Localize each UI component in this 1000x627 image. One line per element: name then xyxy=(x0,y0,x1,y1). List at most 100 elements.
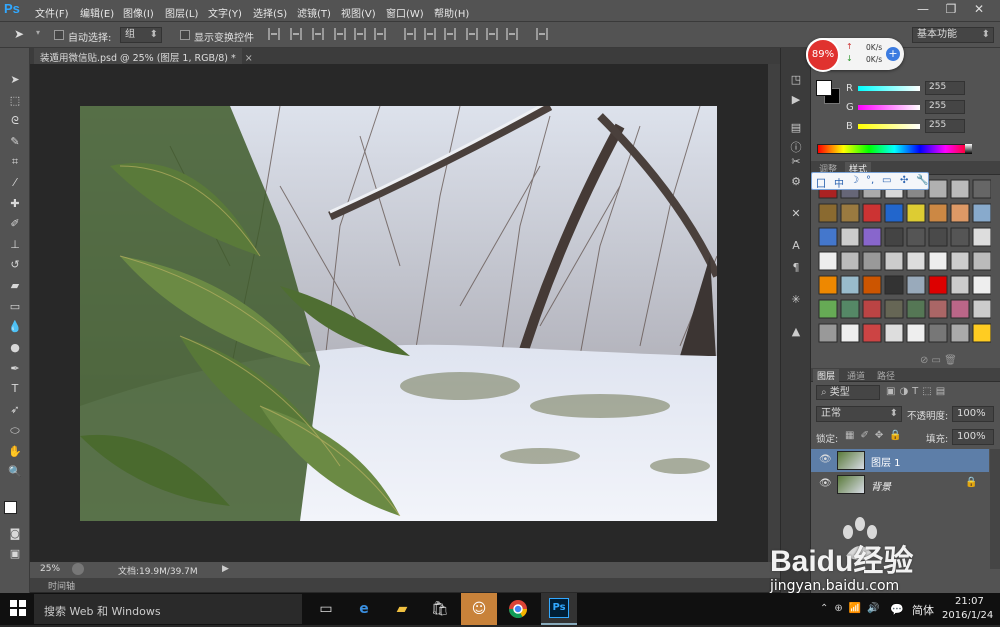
document-image[interactable] xyxy=(80,106,717,521)
lock-icons[interactable]: ▦✐✥🔒 xyxy=(845,430,908,441)
crop-tool-icon[interactable]: ⌗ xyxy=(6,154,24,170)
move-tool-icon[interactable]: ➤ xyxy=(14,27,24,41)
ime-punctuation-icon[interactable]: °, xyxy=(866,175,874,186)
zoom-level[interactable]: 25% xyxy=(40,564,60,574)
history-brush-tool-icon[interactable]: ↺ xyxy=(6,257,24,273)
clock-time[interactable]: 21:07 xyxy=(955,596,984,607)
properties-panel-icon[interactable]: ▤ xyxy=(788,120,804,136)
r-slider[interactable] xyxy=(858,86,920,91)
clone-source-icon[interactable]: ⚙ xyxy=(788,174,804,190)
vertical-scrollbar[interactable] xyxy=(768,64,780,562)
plus-icon[interactable]: + xyxy=(886,47,900,61)
timeline-label[interactable]: 时间轴 xyxy=(48,579,75,592)
tool-preset-chevron-icon[interactable]: ▾ xyxy=(36,28,40,37)
screen-mode-icon[interactable]: ▣ xyxy=(6,546,24,562)
windows-start-icon[interactable] xyxy=(10,600,28,618)
ime-keyboard-icon[interactable]: ▭ xyxy=(882,175,891,186)
eye-icon[interactable]: 👁 xyxy=(819,478,832,489)
quick-select-tool-icon[interactable]: ✎ xyxy=(6,134,24,150)
ime-indicator[interactable]: 简体 xyxy=(912,602,934,618)
pen-tool-icon[interactable]: ✒ xyxy=(6,361,24,377)
task-view-icon[interactable]: ▭ xyxy=(314,597,338,621)
file-explorer-icon[interactable]: ▰ xyxy=(390,597,414,621)
eyedropper-tool-icon[interactable]: ⁄ xyxy=(6,175,24,191)
move-tool-icon[interactable]: ➤ xyxy=(6,72,24,88)
align-bottom-icon[interactable] xyxy=(312,28,324,40)
network-monitor-widget[interactable]: 89% ↑ ↓ 0K/s 0K/s + xyxy=(806,38,904,72)
auto-select-dropdown[interactable]: 组 ⬍ xyxy=(120,27,162,43)
distribute-bottom-icon[interactable] xyxy=(444,28,456,40)
dodge-tool-icon[interactable]: ● xyxy=(6,340,24,356)
path-select-tool-icon[interactable]: ➶ xyxy=(6,402,24,418)
r-value-input[interactable]: 255 xyxy=(925,81,965,95)
layer-row-selected[interactable]: 👁 图层 1 xyxy=(811,449,989,472)
taskbar-search-box[interactable]: 搜索 Web 和 Windows xyxy=(34,594,302,624)
measurement-panel-icon[interactable]: ▲ xyxy=(788,324,804,340)
quick-mask-icon[interactable]: ◙ xyxy=(6,526,24,542)
menu-layer[interactable]: 图层(L) xyxy=(165,5,198,20)
layer-row[interactable]: 👁 背景 🔒 xyxy=(811,473,989,496)
ime-logo-icon[interactable]: 囗 xyxy=(816,175,826,190)
align-vcenter-icon[interactable] xyxy=(290,28,302,40)
app-avatar-icon[interactable]: ☺ xyxy=(467,597,491,621)
shape-tool-icon[interactable]: ⬭ xyxy=(6,423,24,439)
menu-filter[interactable]: 滤镜(T) xyxy=(297,5,331,20)
align-hcenter-icon[interactable] xyxy=(354,28,366,40)
tab-paths[interactable]: 路径 xyxy=(873,369,899,382)
distribute-right-icon[interactable] xyxy=(506,28,518,40)
clock-date[interactable]: 2016/1/24 xyxy=(942,610,993,621)
tray-icons[interactable]: ⌃⊕📶🔊 xyxy=(820,603,886,614)
notification-icon[interactable]: 💬 xyxy=(890,603,904,616)
g-slider[interactable] xyxy=(858,105,920,110)
distribute-left-icon[interactable] xyxy=(466,28,478,40)
tab-channels[interactable]: 通道 xyxy=(843,369,869,382)
color-foreground-swatch[interactable] xyxy=(816,80,832,96)
edge-icon[interactable]: e xyxy=(352,597,376,621)
gradient-tool-icon[interactable]: ▭ xyxy=(6,299,24,315)
opacity-input[interactable]: 100% xyxy=(952,406,994,422)
ime-tools-icon[interactable]: ✣ xyxy=(900,175,908,186)
brush-panel-icon[interactable]: ✂ xyxy=(788,154,804,170)
foreground-color-swatch[interactable] xyxy=(4,501,17,514)
layer-name[interactable]: 背景 xyxy=(871,478,891,493)
minimize-button[interactable]: — xyxy=(912,2,934,18)
ime-halfwidth-icon[interactable]: ☽ xyxy=(850,175,859,186)
color-spectrum-bar[interactable] xyxy=(817,144,972,154)
blur-tool-icon[interactable]: 💧 xyxy=(6,319,24,335)
distribute-top-icon[interactable] xyxy=(404,28,416,40)
menu-type[interactable]: 文字(Y) xyxy=(208,5,242,20)
ime-chinese-mode[interactable]: 中 xyxy=(834,175,844,190)
fill-input[interactable]: 100% xyxy=(952,429,994,445)
document-tab[interactable]: 装遁用微信贴.psd @ 25% (图层 1, RGB/8) * × xyxy=(34,48,253,64)
g-value-input[interactable]: 255 xyxy=(925,100,965,114)
tab-layers[interactable]: 图层 xyxy=(813,369,840,382)
status-menu-arrow-icon[interactable]: ▶ xyxy=(222,564,229,574)
eraser-tool-icon[interactable]: ▰ xyxy=(6,278,24,294)
align-left-icon[interactable] xyxy=(334,28,346,40)
auto-select-checkbox[interactable] xyxy=(54,30,64,40)
menu-file[interactable]: 文件(F) xyxy=(35,5,69,20)
ime-toolbar[interactable]: 囗 中 ☽ °, ▭ ✣ 🔧 xyxy=(811,172,929,190)
close-tab-icon[interactable]: × xyxy=(245,53,253,64)
paragraph-panel-icon[interactable]: ¶ xyxy=(788,260,804,276)
close-window-button[interactable]: ✕ xyxy=(968,2,990,18)
b-slider[interactable] xyxy=(858,124,920,129)
layer-name[interactable]: 图层 1 xyxy=(871,454,901,469)
grayscale-ramp[interactable] xyxy=(965,144,972,154)
layer-filter-dropdown[interactable]: ⌕ 类型 xyxy=(816,385,880,400)
ime-settings-icon[interactable]: 🔧 xyxy=(916,175,928,186)
actions-panel-icon[interactable]: ▶ xyxy=(788,92,804,108)
brush-tool-icon[interactable]: ✐ xyxy=(6,216,24,232)
menu-image[interactable]: 图像(I) xyxy=(123,5,154,20)
distribute-vcenter-icon[interactable] xyxy=(424,28,436,40)
3d-panel-icon[interactable]: ✳ xyxy=(788,292,804,308)
character-panel-icon[interactable]: A xyxy=(788,238,804,254)
menu-window[interactable]: 窗口(W) xyxy=(386,5,424,20)
history-panel-icon[interactable]: ◳ xyxy=(788,72,804,88)
show-transform-checkbox[interactable] xyxy=(180,30,190,40)
align-right-icon[interactable] xyxy=(374,28,386,40)
clone-stamp-tool-icon[interactable]: ⊥ xyxy=(6,237,24,253)
eye-icon[interactable]: 👁 xyxy=(819,454,832,465)
blend-mode-dropdown[interactable]: 正常 ⬍ xyxy=(816,406,902,422)
layer-filter-icons[interactable]: ▣◑T⬚▤ xyxy=(886,386,949,397)
